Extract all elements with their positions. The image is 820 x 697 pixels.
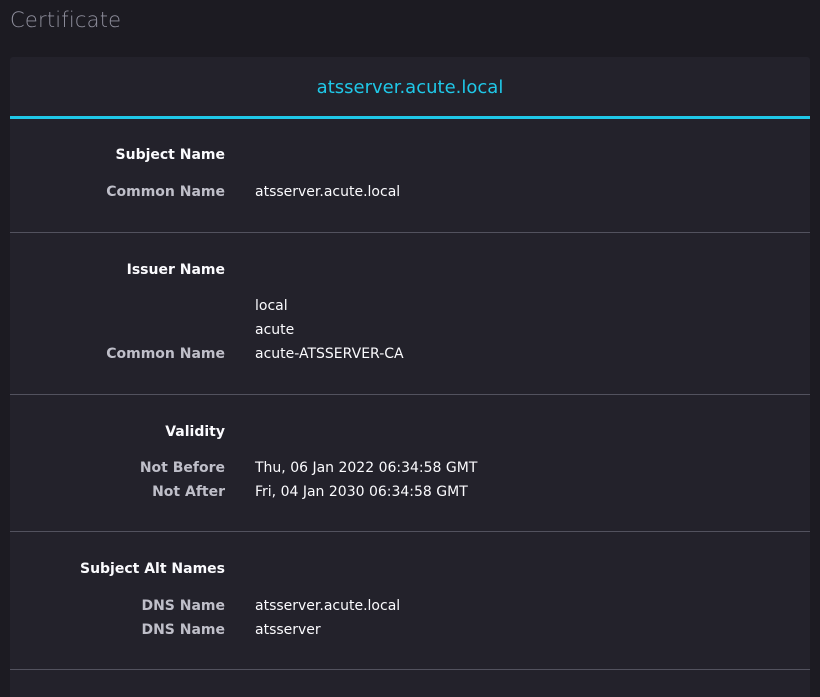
issuer-name-section: Issuer Name local acute Common Name acut… [10, 233, 810, 395]
certificate-card: atsserver.acute.local Subject Name Commo… [10, 57, 810, 697]
issuer-common-name-label: Common Name [106, 346, 225, 362]
not-after-label: Not After [152, 484, 225, 500]
subject-common-name-label: Common Name [106, 184, 225, 200]
validity-section: Validity Not Before Thu, 06 Jan 2022 06:… [10, 395, 810, 532]
subject-name-section: Subject Name Common Name atsserver.acute… [10, 119, 810, 233]
certificate-tab-bar: atsserver.acute.local [10, 57, 810, 119]
subject-alt-names-section: Subject Alt Names DNS Name atsserver.acu… [10, 532, 810, 670]
dns-name-value: atsserver [255, 622, 321, 638]
issuer-name-heading: Issuer Name [126, 262, 225, 278]
issuer-dc-acute-value: acute [255, 322, 295, 338]
subject-name-heading: Subject Name [115, 147, 225, 163]
issuer-common-name-value: acute-ATSSERVER-CA [255, 346, 404, 362]
dns-name-value: atsserver.acute.local [255, 598, 401, 614]
issuer-dc-local-value: local [255, 298, 288, 314]
subject-alt-names-heading: Subject Alt Names [79, 561, 225, 577]
not-before-value: Thu, 06 Jan 2022 06:34:58 GMT [255, 460, 478, 476]
dns-name-label: DNS Name [141, 622, 225, 638]
not-before-label: Not Before [139, 460, 225, 476]
validity-heading: Validity [165, 424, 225, 440]
not-after-value: Fri, 04 Jan 2030 06:34:58 GMT [255, 484, 468, 500]
certificate-tab[interactable]: atsserver.acute.local [317, 77, 504, 98]
page-title: Certificate [10, 8, 122, 32]
subject-common-name-value: atsserver.acute.local [255, 184, 401, 200]
dns-name-label: DNS Name [141, 598, 225, 614]
